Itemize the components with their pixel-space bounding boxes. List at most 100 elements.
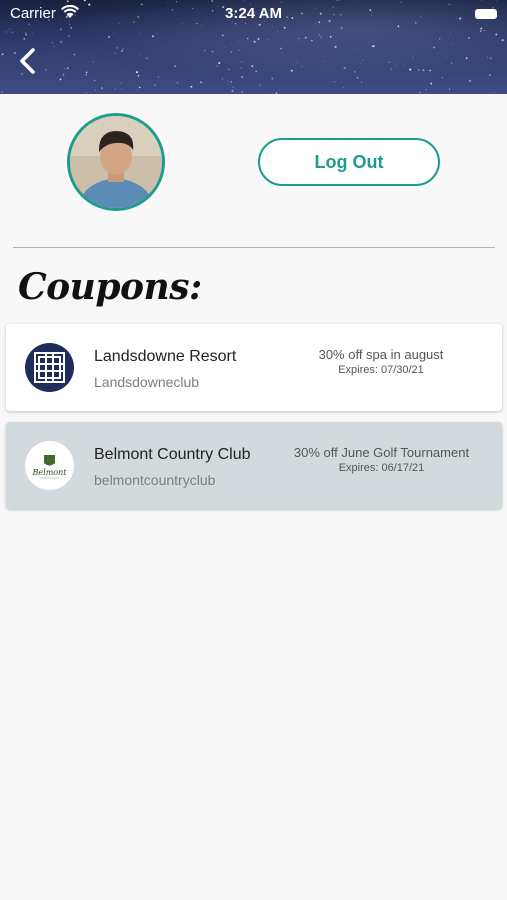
star (120, 82, 122, 84)
star (0, 45, 1, 47)
star (436, 53, 438, 54)
star (449, 88, 451, 90)
star (450, 43, 452, 45)
star (296, 61, 298, 63)
coupon-card-landsdowne[interactable]: Landsdowne Resort Landsdowneclub 30% off… (6, 324, 502, 411)
star (430, 82, 433, 85)
chevron-left-icon (20, 48, 35, 74)
star (174, 59, 176, 60)
star (157, 76, 160, 78)
star (446, 56, 447, 58)
star (136, 71, 139, 74)
star (372, 45, 375, 48)
star (409, 68, 412, 71)
star (137, 89, 139, 91)
landsdowne-logo-icon (25, 343, 74, 392)
star (114, 52, 116, 54)
star (23, 37, 26, 40)
coupon-card-belmont[interactable]: Belmont Belmont Country Club belmontcoun… (6, 422, 502, 509)
star (154, 84, 156, 87)
star (139, 32, 141, 34)
star (9, 28, 11, 30)
star (469, 80, 471, 82)
star (217, 86, 219, 87)
divider (13, 247, 495, 248)
star (56, 30, 58, 32)
star (488, 74, 491, 77)
header-banner: Carrier 3:24 AM (0, 0, 507, 94)
star (68, 35, 70, 37)
star (53, 46, 55, 48)
star (296, 41, 298, 42)
star (232, 86, 234, 89)
star (257, 37, 260, 40)
star (304, 36, 307, 39)
star (241, 76, 244, 78)
star (425, 89, 427, 91)
star (343, 66, 346, 69)
logout-button[interactable]: Log Out (258, 138, 440, 186)
star (259, 84, 262, 87)
status-bar: Carrier 3:24 AM (0, 0, 507, 28)
star (93, 79, 96, 82)
star (204, 50, 206, 52)
star (390, 68, 393, 71)
star (151, 35, 154, 38)
star (165, 47, 167, 49)
avatar[interactable] (67, 113, 165, 211)
star (146, 57, 148, 59)
star (412, 57, 414, 59)
coupons-heading: Coupons: (18, 266, 202, 308)
star (228, 69, 230, 70)
star (301, 65, 303, 68)
back-button[interactable] (12, 44, 46, 78)
star (125, 45, 126, 46)
star (128, 44, 129, 45)
star (322, 61, 324, 62)
star (487, 56, 489, 58)
star (247, 37, 249, 40)
star (25, 32, 27, 34)
star (238, 49, 240, 52)
star (422, 69, 425, 72)
star (354, 71, 356, 73)
star (481, 70, 482, 72)
star (267, 39, 269, 40)
star (501, 39, 504, 42)
star (121, 88, 123, 90)
star (62, 73, 65, 76)
star (451, 62, 453, 64)
star (370, 45, 372, 47)
star (116, 46, 119, 49)
avatar-photo (70, 116, 162, 208)
star (465, 57, 468, 60)
star (433, 46, 436, 49)
battery-icon (475, 9, 497, 19)
star (218, 61, 221, 65)
star (85, 74, 87, 76)
star (334, 45, 337, 48)
star (319, 34, 321, 36)
star (230, 50, 233, 54)
star (114, 88, 116, 90)
star (176, 81, 179, 84)
star (361, 81, 363, 83)
star (419, 91, 422, 94)
star (333, 81, 334, 83)
belmont-logo-text: Belmont (32, 468, 68, 477)
star (271, 78, 273, 80)
star (73, 53, 76, 56)
star (359, 63, 361, 64)
star (251, 65, 254, 68)
coupon-expiry: Expires: 06/17/21 (338, 462, 425, 474)
star (403, 64, 404, 66)
star (290, 69, 293, 72)
star (224, 47, 225, 48)
star (356, 76, 359, 79)
star (101, 49, 102, 51)
star (101, 87, 103, 89)
star (460, 70, 462, 72)
star (60, 40, 63, 43)
star (267, 88, 268, 89)
star (190, 85, 193, 88)
